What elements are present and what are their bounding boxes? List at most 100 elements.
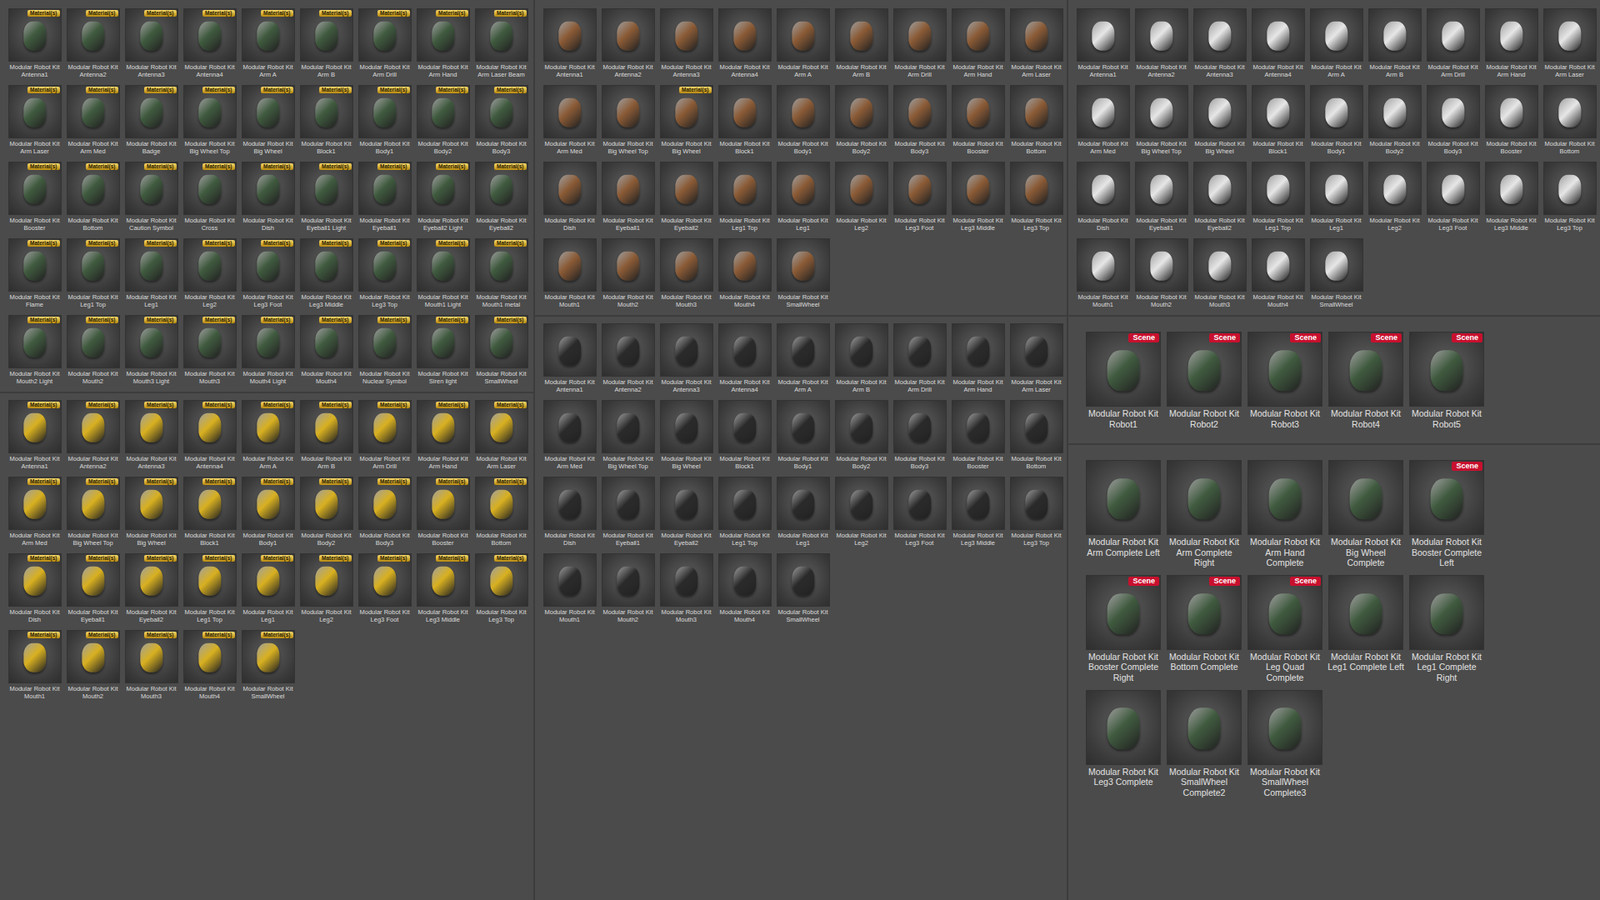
asset-item[interactable]: Material(s)Modular Robot Kit Arm A	[240, 400, 296, 470]
asset-item[interactable]: Modular Robot Kit Antenna4	[1250, 8, 1306, 79]
asset-thumbnail[interactable]: Material(s)	[8, 400, 62, 454]
asset-label[interactable]: Modular Robot Kit Bottom	[1541, 140, 1598, 155]
asset-item[interactable]: Modular Robot Kit SmallWheel	[775, 553, 831, 624]
asset-thumbnail[interactable]	[776, 8, 830, 62]
asset-item[interactable]: Material(s)Modular Robot Kit Body3	[473, 85, 530, 155]
asset-label[interactable]: Modular Robot Kit SmallWheel	[240, 685, 296, 700]
asset-label[interactable]: Modular Robot Kit Eyeball1	[356, 216, 413, 232]
asset-label[interactable]: Modular Robot Kit Mouth2 Light	[6, 370, 63, 385]
asset-item[interactable]: Material(s)Modular Robot Kit Antenna2	[65, 400, 121, 470]
asset-label[interactable]: Modular Robot Kit Arm Laser	[1008, 63, 1065, 79]
asset-item[interactable]: Modular Robot Kit Arm Hand Complete	[1246, 460, 1324, 569]
asset-thumbnail[interactable]: Scene	[1085, 575, 1161, 650]
asset-label[interactable]: Modular Robot Kit Robot1	[1085, 408, 1162, 430]
asset-thumbnail[interactable]: Material(s)	[125, 161, 179, 215]
asset-thumbnail[interactable]	[1166, 690, 1242, 765]
asset-thumbnail[interactable]	[893, 323, 947, 377]
asset-thumbnail[interactable]: Material(s)	[300, 400, 354, 454]
asset-item[interactable]: Material(s)Modular Robot Kit Arm Hand	[415, 400, 471, 470]
asset-label[interactable]: Modular Robot Kit Antenna3	[123, 455, 180, 470]
asset-label[interactable]: Modular Robot Kit Eyeball2 Light	[415, 216, 471, 232]
asset-thumbnail[interactable]	[1135, 238, 1189, 292]
asset-thumbnail[interactable]	[601, 323, 655, 377]
asset-item[interactable]: Modular Robot Kit Arm Laser	[1541, 8, 1598, 79]
asset-item[interactable]: SceneModular Robot Kit Robot5	[1408, 331, 1485, 430]
asset-thumbnail[interactable]	[1010, 8, 1064, 62]
asset-item[interactable]: Material(s)Modular Robot Kit Big Wheel	[240, 85, 296, 155]
asset-item[interactable]: Modular Robot Kit Dish	[541, 476, 598, 547]
asset-thumbnail[interactable]: Material(s)	[241, 630, 295, 684]
asset-item[interactable]: Material(s)Modular Robot Kit Cross	[181, 161, 238, 232]
asset-label[interactable]: Modular Robot Kit Body2	[833, 140, 890, 155]
asset-label[interactable]: Modular Robot Kit Antenna2	[1133, 63, 1190, 79]
asset-label[interactable]: Modular Robot Kit Arm Med	[541, 455, 598, 470]
asset-label[interactable]: Modular Robot Kit Leg2	[1366, 216, 1423, 232]
asset-thumbnail[interactable]	[776, 238, 830, 292]
asset-item[interactable]: Modular Robot Kit SmallWheel Complete2	[1165, 690, 1243, 799]
asset-label[interactable]: Modular Robot Kit SmallWheel	[473, 370, 530, 385]
asset-label[interactable]: Modular Robot Kit Robot3	[1246, 408, 1324, 430]
asset-thumbnail[interactable]	[951, 323, 1005, 377]
asset-label[interactable]: Modular Robot Kit Dish	[240, 216, 296, 232]
asset-label[interactable]: Modular Robot Kit Booster	[950, 140, 1006, 155]
asset-thumbnail[interactable]	[893, 400, 947, 454]
asset-label[interactable]: Modular Robot Kit Body2	[833, 455, 890, 470]
asset-thumbnail[interactable]: Material(s)	[125, 630, 179, 684]
asset-label[interactable]: Modular Robot Kit Leg3 Top	[1008, 216, 1065, 232]
asset-label[interactable]: Modular Robot Kit Leg3 Foot	[240, 293, 296, 309]
asset-label[interactable]: Modular Robot Kit Robot2	[1165, 408, 1243, 430]
asset-thumbnail[interactable]	[776, 85, 830, 139]
asset-item[interactable]: Modular Robot Kit Arm Complete Right	[1165, 460, 1243, 569]
asset-thumbnail[interactable]: Scene	[1166, 575, 1242, 650]
asset-thumbnail[interactable]: Material(s)	[358, 400, 412, 454]
asset-item[interactable]: Modular Robot Kit Antenna3	[658, 323, 715, 394]
asset-label[interactable]: Modular Robot Kit Antenna2	[600, 378, 656, 394]
asset-thumbnail[interactable]	[835, 476, 889, 530]
asset-thumbnail[interactable]	[1010, 161, 1064, 215]
asset-thumbnail[interactable]: Material(s)	[183, 238, 237, 292]
asset-label[interactable]: Modular Robot Kit Leg3 Foot	[891, 216, 948, 232]
asset-label[interactable]: Modular Robot Kit Big Wheel Top	[1133, 140, 1190, 155]
asset-label[interactable]: Modular Robot Kit Leg2	[298, 608, 355, 624]
asset-label[interactable]: Modular Robot Kit Bottom Complete	[1165, 651, 1243, 674]
asset-label[interactable]: Modular Robot Kit Leg2	[833, 531, 890, 547]
asset-thumbnail[interactable]	[776, 476, 830, 530]
asset-item[interactable]: Modular Robot Kit Arm Drill	[891, 8, 948, 79]
asset-thumbnail[interactable]: Material(s)	[66, 553, 120, 607]
asset-label[interactable]: Modular Robot Kit Arm Hand	[950, 63, 1006, 79]
asset-thumbnail[interactable]	[543, 85, 597, 139]
asset-item[interactable]: Modular Robot Kit Dish	[1075, 161, 1131, 232]
asset-item[interactable]: Material(s)Modular Robot Kit Arm Laser	[6, 85, 63, 155]
asset-label[interactable]: Modular Robot Kit Mouth1 metal	[473, 293, 530, 309]
asset-item[interactable]: Modular Robot Kit Booster	[1483, 85, 1540, 155]
asset-label[interactable]: Modular Robot Kit Body3	[891, 140, 948, 155]
asset-label[interactable]: Modular Robot Kit Leg1 Top	[716, 531, 773, 547]
asset-item[interactable]: Material(s)Modular Robot Kit Eyeball1 Li…	[298, 161, 355, 232]
asset-thumbnail[interactable]	[1251, 85, 1305, 139]
asset-thumbnail[interactable]	[1193, 85, 1247, 139]
asset-item[interactable]: Modular Robot Kit SmallWheel Complete3	[1246, 690, 1324, 799]
asset-thumbnail[interactable]	[1193, 8, 1247, 62]
asset-label[interactable]: Modular Robot Kit Leg1	[123, 293, 180, 309]
asset-item[interactable]: Modular Robot Kit Leg1 Complete Left	[1327, 575, 1405, 684]
asset-label[interactable]: Modular Robot Kit Body3	[356, 531, 413, 547]
asset-item[interactable]: Modular Robot Kit Body2	[833, 400, 890, 470]
asset-thumbnail[interactable]	[543, 476, 597, 530]
asset-item[interactable]: Material(s)Modular Robot Kit Leg1	[123, 238, 180, 309]
asset-thumbnail[interactable]: Material(s)	[358, 85, 412, 139]
asset-thumbnail[interactable]: Scene	[1247, 575, 1323, 650]
asset-item[interactable]: Modular Robot Kit Leg1	[1308, 161, 1365, 232]
asset-thumbnail[interactable]: Material(s)	[8, 161, 62, 215]
asset-item[interactable]: SceneModular Robot Kit Bottom Complete	[1165, 575, 1243, 684]
asset-item[interactable]: Modular Robot Kit SmallWheel	[1308, 238, 1365, 309]
asset-item[interactable]: Modular Robot Kit Arm Med	[541, 400, 598, 470]
asset-thumbnail[interactable]	[1485, 85, 1539, 139]
asset-label[interactable]: Modular Robot Kit Arm A	[775, 378, 831, 394]
asset-item[interactable]: SceneModular Robot Kit Robot4	[1327, 331, 1405, 430]
asset-item[interactable]: Modular Robot Kit Block1	[716, 85, 773, 155]
asset-item[interactable]: Material(s)Modular Robot Kit Arm A	[240, 8, 296, 79]
asset-thumbnail[interactable]	[1076, 238, 1130, 292]
asset-item[interactable]: SceneModular Robot Kit Robot2	[1165, 331, 1243, 430]
asset-item[interactable]: Material(s)Modular Robot Kit Antenna3	[123, 8, 180, 79]
asset-label[interactable]: Modular Robot Kit Mouth1	[541, 608, 598, 624]
